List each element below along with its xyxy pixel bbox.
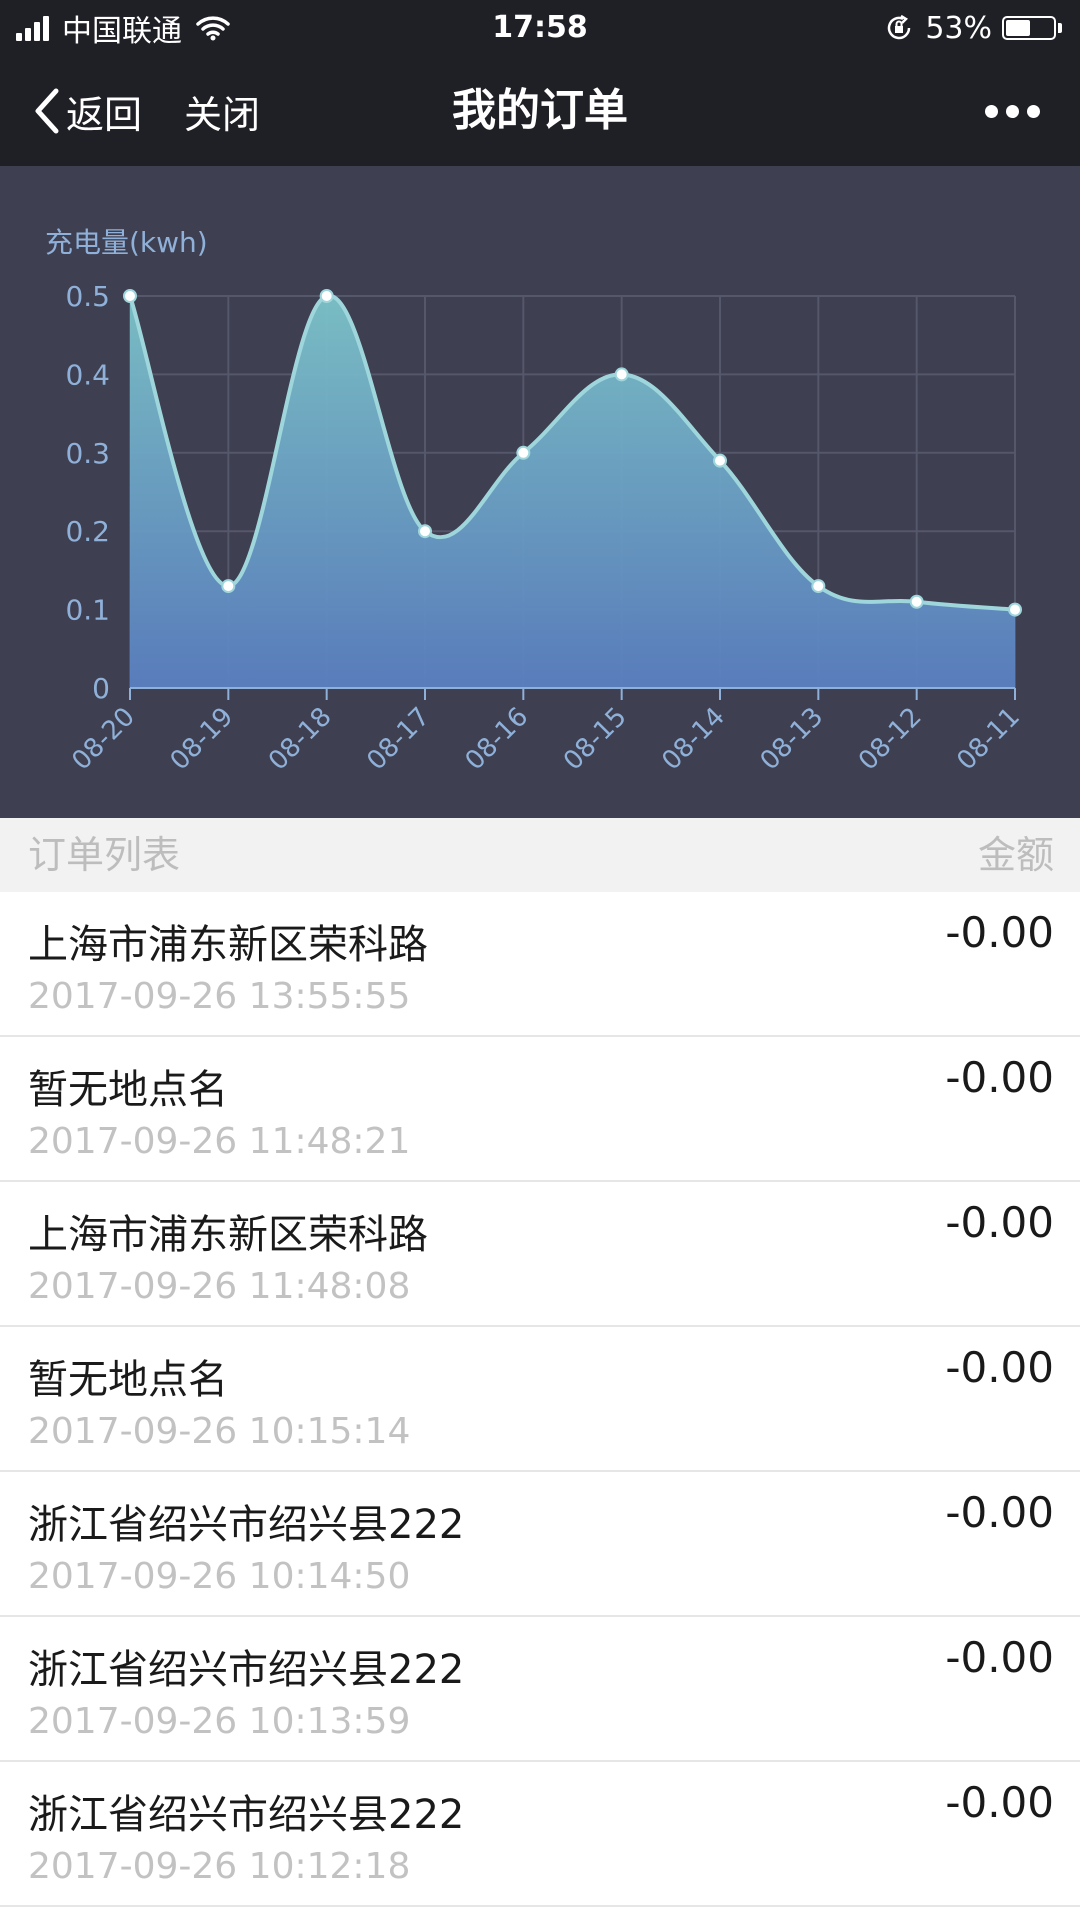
order-time: 2017-09-26 11:48:08 (28, 1266, 411, 1307)
charging-chart: 充电量(kwh) 0 0.1 0.2 0.3 0.4 0.5 08-20 08-19 08-18 0… (0, 166, 1080, 818)
data-point (614, 367, 629, 382)
order-time: 2017-09-26 10:15:14 (28, 1411, 411, 1452)
order-time: 2017-09-26 10:14:50 (28, 1556, 411, 1597)
y-tick-label: 0.2 (65, 515, 110, 548)
status-bar: 中国联通 17:58 53% (0, 0, 1080, 56)
order-row[interactable]: 暂无地点名 2017-09-26 11:48:21 -0.00 (0, 1037, 1080, 1182)
close-label: 关闭 (184, 92, 261, 137)
status-right: 53% (885, 0, 1062, 56)
list-header-amount: 金额 (977, 833, 1054, 877)
order-time: 2017-09-26 13:55:55 (28, 976, 411, 1017)
order-amount: -0.00 (945, 908, 1054, 957)
area-fill (130, 295, 1015, 688)
data-point (319, 289, 334, 303)
y-tick-label: 0.4 (65, 358, 110, 391)
x-tick-label: 08-11 (951, 702, 1026, 777)
more-button[interactable] (977, 56, 1040, 166)
battery-percent: 53% (925, 10, 992, 46)
order-location: 浙江省绍兴市绍兴县222 (28, 1502, 465, 1548)
page-title: 我的订单 (452, 85, 628, 136)
order-amount: -0.00 (945, 1778, 1054, 1827)
data-point (713, 453, 727, 468)
signal-icon (16, 15, 52, 41)
x-tick-label: 08-14 (656, 702, 731, 777)
order-location: 浙江省绍兴市绍兴县222 (28, 1647, 465, 1693)
order-row[interactable]: 暂无地点名 2017-09-26 10:15:14 -0.00 (0, 1327, 1080, 1472)
order-row[interactable]: 上海市浦东新区荣科路 2017-09-26 13:55:55 -0.00 (0, 892, 1080, 1037)
order-location: 上海市浦东新区荣科路 (28, 1212, 428, 1258)
x-tick-label: 08-17 (361, 702, 436, 777)
chart-svg: 充电量(kwh) 0 0.1 0.2 0.3 0.4 0.5 08-20 08-19 08-18 0… (45, 226, 1026, 777)
order-location: 暂无地点名 (28, 1067, 228, 1113)
y-tick-label: 0.5 (65, 280, 110, 313)
close-button[interactable]: 关闭 (184, 56, 260, 166)
x-tick-label: 08-15 (558, 702, 633, 777)
order-amount: -0.00 (945, 1633, 1054, 1682)
order-list: 上海市浦东新区荣科路 2017-09-26 13:55:55 -0.00 暂无地… (0, 892, 1080, 1907)
carrier-label: 中国联通 (62, 14, 182, 49)
more-dot (985, 104, 998, 118)
rotation-lock-icon (888, 14, 911, 40)
y-tick-label: 0.1 (65, 594, 110, 627)
order-location: 暂无地点名 (28, 1357, 228, 1403)
y-tick-label: 0 (92, 672, 110, 705)
data-point (123, 289, 137, 303)
x-tick-label: 08-18 (263, 702, 338, 777)
status-left: 中国联通 (16, 0, 230, 56)
y-tick-label: 0.3 (65, 437, 110, 470)
order-amount: -0.00 (945, 1053, 1054, 1102)
order-location: 浙江省绍兴市绍兴县222 (28, 1792, 465, 1838)
back-label: 返回 (66, 92, 143, 137)
battery-level (1006, 20, 1031, 36)
back-button[interactable]: 返回 (32, 56, 142, 166)
data-point (418, 524, 432, 539)
more-dot (1006, 104, 1019, 118)
order-row[interactable]: 上海市浦东新区荣科路 2017-09-26 11:48:08 -0.00 (0, 1182, 1080, 1327)
nav-bar: 返回 关闭 我的订单 (0, 56, 1080, 166)
battery-tip (1058, 23, 1062, 33)
x-tick-label: 08-20 (66, 702, 141, 777)
y-axis-label: 充电量(kwh) (45, 226, 208, 259)
data-point (516, 445, 531, 460)
order-time: 2017-09-26 11:48:21 (28, 1121, 411, 1162)
data-point (221, 579, 236, 594)
order-amount: -0.00 (945, 1488, 1054, 1537)
list-header-title: 订单列表 (28, 833, 181, 877)
order-row[interactable]: 浙江省绍兴市绍兴县222 2017-09-26 10:14:50 -0.00 (0, 1472, 1080, 1617)
order-amount: -0.00 (945, 1343, 1054, 1392)
x-tick-label: 08-16 (460, 702, 535, 777)
x-tick-label: 08-12 (853, 702, 928, 777)
battery-icon (1002, 16, 1056, 40)
order-row[interactable]: 浙江省绍兴市绍兴县222 2017-09-26 10:13:59 -0.00 (0, 1617, 1080, 1762)
data-point (811, 579, 826, 594)
order-time: 2017-09-26 10:12:18 (28, 1846, 411, 1887)
x-tick-label: 08-13 (755, 702, 830, 777)
x-tick-label: 08-19 (165, 702, 240, 777)
order-row[interactable]: 浙江省绍兴市绍兴县222 2017-09-26 10:12:18 -0.00 (0, 1762, 1080, 1907)
list-header: 订单列表 金额 (0, 818, 1080, 892)
order-amount: -0.00 (945, 1198, 1054, 1247)
chevron-left-icon (35, 88, 59, 134)
data-point (909, 594, 924, 609)
data-point (1008, 602, 1022, 617)
wifi-icon (196, 16, 230, 41)
order-time: 2017-09-26 10:13:59 (28, 1701, 411, 1742)
order-location: 上海市浦东新区荣科路 (28, 922, 428, 968)
more-dot (1027, 104, 1040, 118)
